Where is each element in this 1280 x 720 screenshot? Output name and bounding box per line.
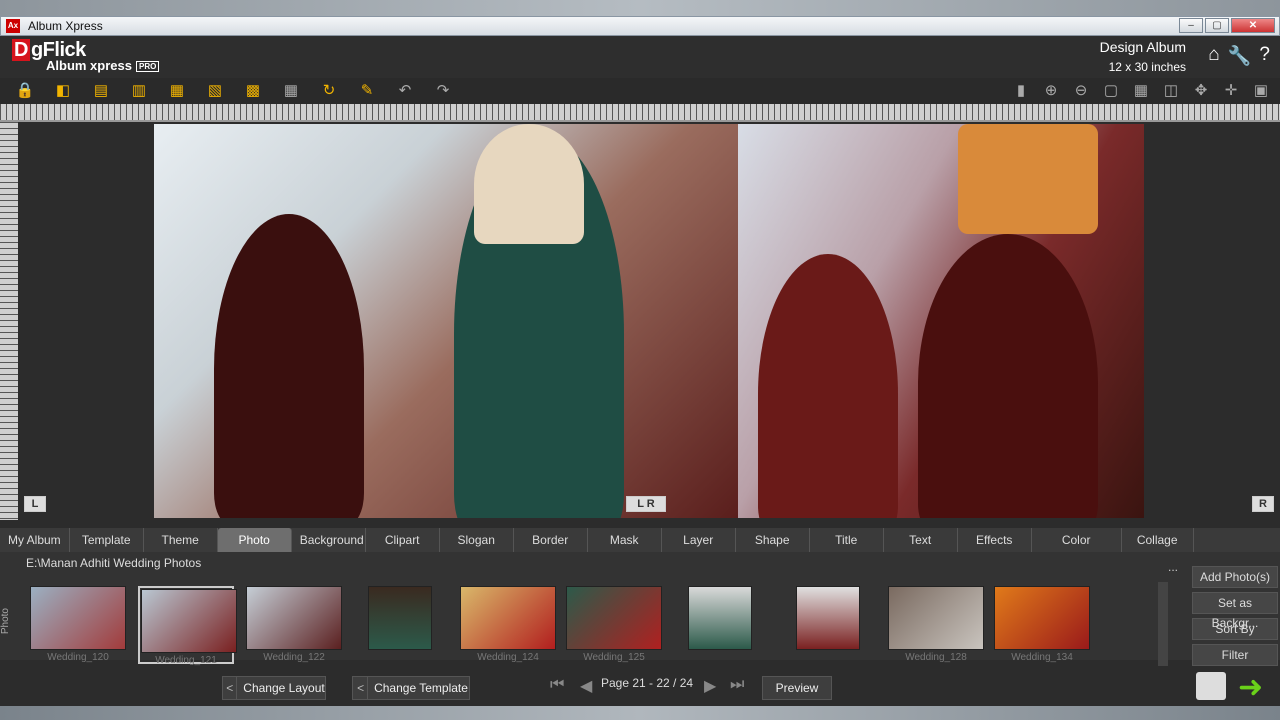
- photo-panel: E:\Manan Adhiti Wedding Photos Photo ...…: [0, 552, 1280, 666]
- minimize-button[interactable]: –: [1179, 18, 1203, 33]
- split-icon[interactable]: ◫: [1158, 81, 1184, 101]
- set-as-background-button[interactable]: Set as Backgr...: [1192, 592, 1278, 630]
- filter-dropdown[interactable]: Filter: [1192, 644, 1278, 666]
- tab-clipart[interactable]: Clipart: [366, 528, 440, 552]
- thumbnail-item-selected[interactable]: Wedding_121: [138, 586, 237, 666]
- ruler-vertical: [0, 122, 18, 520]
- main-toolbar: 🔒 ◧ ▤ ▥ ▦ ▧ ▩ ▦ ↻ ✎ ↶ ↷ ▮ ⊕ ⊖ ▢ ▦ ◫ ✥ ✛ …: [0, 78, 1280, 104]
- ruler-horizontal: [0, 104, 1280, 122]
- next-step-arrow-icon[interactable]: ➜: [1238, 670, 1263, 705]
- tab-bar: My Album Template Theme Photo Background…: [0, 528, 1280, 571]
- thumbnail-item[interactable]: Wedding_122: [246, 586, 342, 664]
- spread-photo-left[interactable]: [154, 124, 738, 518]
- grid2-icon[interactable]: ▦: [1128, 81, 1154, 101]
- tab-template[interactable]: Template: [70, 528, 144, 552]
- tab-slogan[interactable]: Slogan: [440, 528, 514, 552]
- tab-background[interactable]: Background: [292, 528, 366, 552]
- edit-icon[interactable]: ✎: [354, 81, 380, 101]
- tab-photo[interactable]: Photo: [217, 528, 292, 552]
- window-titlebar: Ax Album Xpress – ▢ ✕: [0, 16, 1280, 36]
- app-header: DgFlick Album xpress PRO Design Album 12 …: [0, 36, 1280, 78]
- expand-icon[interactable]: ✥: [1188, 81, 1214, 101]
- album-size: 12 x 30 inches: [1108, 60, 1186, 74]
- tab-shape[interactable]: Shape: [736, 528, 810, 552]
- sort-by-dropdown[interactable]: Sort By: [1192, 618, 1278, 640]
- fullscreen-icon[interactable]: ▣: [1248, 81, 1274, 101]
- last-page-icon[interactable]: ⏭: [730, 676, 744, 694]
- next-page-icon[interactable]: ▶: [704, 676, 716, 696]
- thumbnail-item[interactable]: [796, 586, 860, 664]
- tab-layer-mask[interactable]: Layer Mask: [662, 528, 736, 571]
- close-button[interactable]: ✕: [1231, 18, 1275, 33]
- desktop-background: [0, 0, 1280, 16]
- tab-theme[interactable]: Theme: [144, 528, 218, 552]
- bottom-bar: < Change Layout < Change Template ⏮ ◀ Page…: [0, 668, 1280, 706]
- align-icon[interactable]: ▤: [88, 81, 114, 101]
- thumbnail-item[interactable]: [688, 586, 752, 664]
- rotate-icon[interactable]: ↻: [316, 81, 342, 101]
- right-page-tag: R: [1252, 496, 1274, 512]
- move-icon[interactable]: ✛: [1218, 81, 1244, 101]
- zoom-in-icon[interactable]: ⊕: [1038, 81, 1064, 101]
- zoom-out-icon[interactable]: ⊖: [1068, 81, 1094, 101]
- thumbnail-item[interactable]: Wedding_134: [994, 586, 1090, 664]
- undo-icon[interactable]: ↶: [392, 81, 418, 101]
- print-icon[interactable]: [1196, 672, 1226, 700]
- help-icon[interactable]: ?: [1259, 44, 1270, 68]
- bring-forward-icon[interactable]: ◧: [50, 81, 76, 101]
- tab-text[interactable]: Text: [884, 528, 958, 552]
- change-template-button[interactable]: < Change Template: [352, 676, 470, 700]
- thumbnail-strip: Wedding_120 Wedding_121 Wedding_122 Wedd…: [30, 586, 1160, 666]
- mode-title: Design Album: [1099, 39, 1186, 55]
- send-backward-icon[interactable]: ▥: [126, 81, 152, 101]
- distribute-icon[interactable]: ▦: [164, 81, 190, 101]
- window-title: Album Xpress: [28, 19, 103, 33]
- tab-border[interactable]: Border: [514, 528, 588, 552]
- thumbnail-item[interactable]: Wedding_125: [566, 586, 662, 664]
- grid1-icon[interactable]: ▢: [1098, 81, 1124, 101]
- home-icon[interactable]: ⌂: [1208, 44, 1219, 68]
- change-layout-button[interactable]: < Change Layout: [222, 676, 326, 700]
- prev-page-icon[interactable]: ◀: [580, 676, 592, 696]
- tab-title[interactable]: Title: [810, 528, 884, 552]
- spread-photo-right[interactable]: [738, 124, 1144, 518]
- preview-button[interactable]: Preview: [762, 676, 832, 700]
- app-icon: Ax: [6, 19, 20, 33]
- design-canvas[interactable]: L L R R: [18, 122, 1280, 520]
- page-indicator: Page 21 - 22 / 24: [601, 676, 694, 690]
- tab-color-correction[interactable]: Color correction: [1032, 528, 1122, 571]
- left-page-tag: L: [24, 496, 46, 512]
- wrench-icon[interactable]: 🔧: [1228, 44, 1252, 68]
- tab-mask[interactable]: Mask: [588, 528, 662, 552]
- desktop-background-bottom: [0, 706, 1280, 720]
- first-page-icon[interactable]: ⏮: [550, 676, 564, 694]
- redo-icon[interactable]: ↷: [430, 81, 456, 101]
- lock-icon[interactable]: 🔒: [12, 81, 38, 101]
- panel-side-label: Photo: [0, 608, 11, 635]
- thumbnail-item[interactable]: Wedding_128: [888, 586, 984, 664]
- thumbnail-scrollbar[interactable]: [1158, 582, 1168, 666]
- thumbnail-item[interactable]: Wedding_124: [460, 586, 556, 664]
- grid-icon[interactable]: ▩: [240, 81, 266, 101]
- tab-my-album[interactable]: My Album: [0, 528, 70, 552]
- layout-icon[interactable]: ▦: [278, 81, 304, 101]
- product-name: Album xpress PRO: [46, 58, 160, 73]
- add-photos-button[interactable]: Add Photo(s): [1192, 566, 1278, 588]
- tab-effects[interactable]: Effects: [958, 528, 1032, 552]
- pro-badge: PRO: [135, 61, 160, 73]
- folder-path: E:\Manan Adhiti Wedding Photos: [26, 556, 202, 570]
- app-window: DgFlick Album xpress PRO Design Album 12 …: [0, 36, 1280, 706]
- thumbnail-item[interactable]: [368, 586, 432, 664]
- tab-collage[interactable]: Collage: [1122, 528, 1194, 552]
- flip-icon[interactable]: ▧: [202, 81, 228, 101]
- maximize-button[interactable]: ▢: [1205, 18, 1229, 33]
- browse-folder-button[interactable]: ...: [1168, 560, 1178, 574]
- thumbnail-item[interactable]: Wedding_120: [30, 586, 126, 664]
- fit-icon[interactable]: ▮: [1008, 81, 1034, 101]
- center-page-tag: L R: [626, 496, 666, 512]
